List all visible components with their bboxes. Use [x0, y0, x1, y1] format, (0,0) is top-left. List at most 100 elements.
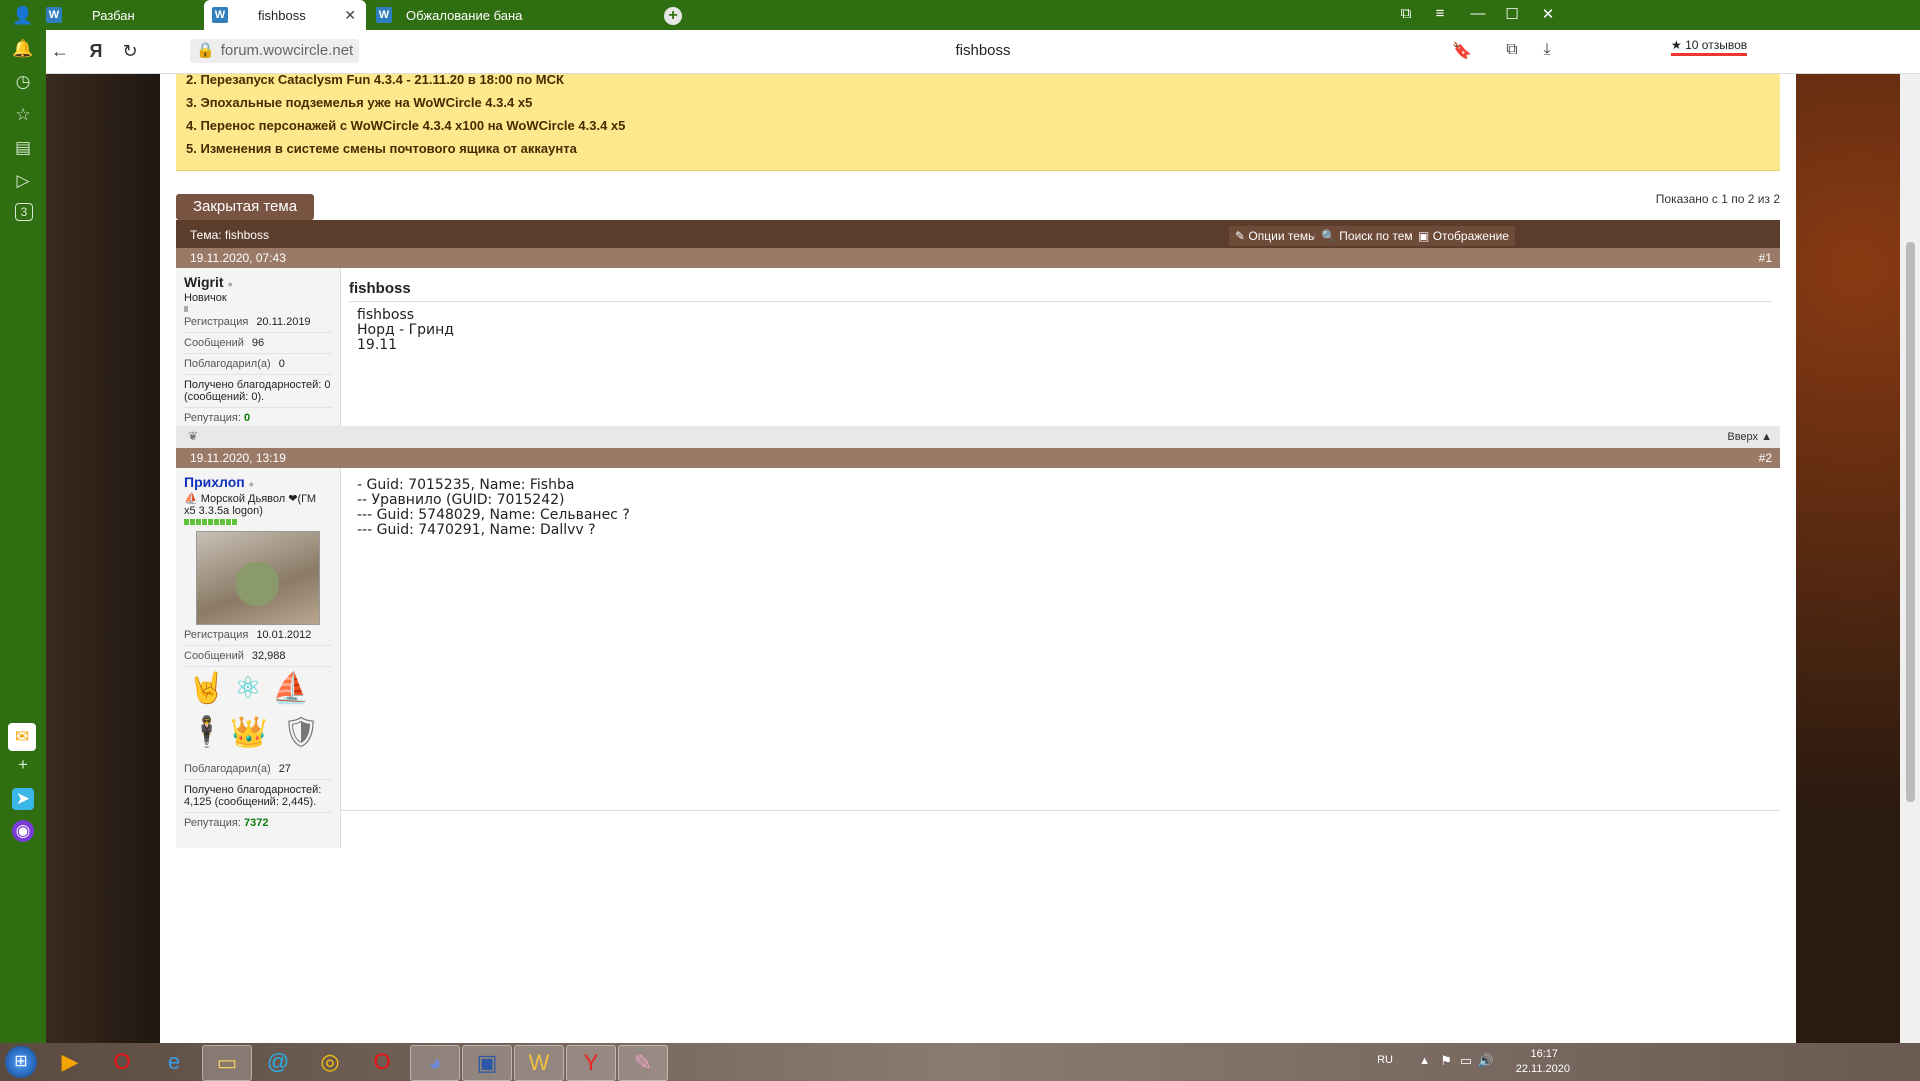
alice-icon[interactable]: ◉ [12, 820, 34, 842]
pirate-ship-award-icon[interactable]: ⛵ [272, 669, 309, 709]
user-avatar[interactable] [196, 531, 320, 625]
opera-gx-icon[interactable]: O [358, 1045, 406, 1079]
shield-award-icon[interactable]: 🛡 [282, 713, 320, 753]
user-thanks-received: Получено благодарностей: 0 (сообщений: 0… [184, 375, 332, 408]
opera-icon[interactable]: O [98, 1045, 146, 1079]
post-date-bar: 19.11.2020, 13:19 #2 [176, 448, 1780, 468]
page-content: 2. Перезапуск Cataclysm Fun 4.3.4 - 21.1… [46, 74, 1920, 1043]
yandex-icon[interactable]: Я [86, 41, 106, 62]
page-scrollbar[interactable] [1900, 74, 1920, 1043]
collections-icon[interactable]: ▤ [12, 137, 34, 159]
thread-options-button[interactable]: ✎ Опции темы [1229, 226, 1323, 246]
post-user-pane: Прихлоп ● ⛵ Морской Дьявол ❤(ГМ x5 3.3.5… [176, 468, 341, 848]
url-text: forum.wowcircle.net [220, 42, 354, 59]
reviews-badge[interactable]: ★ 10 отзывов [1671, 38, 1748, 56]
minimize-icon[interactable]: — [1468, 5, 1488, 22]
post-body: - Guid: 7015235, Name: Fishba -- Уравнил… [357, 477, 630, 538]
suit-award-icon[interactable]: 🕴 [188, 713, 225, 753]
tab-razban[interactable]: W Разбан [46, 0, 204, 30]
yandex-browser-icon[interactable]: Y [566, 1045, 616, 1081]
page-background-right [1796, 74, 1900, 1043]
user-reg: Регистрация 10.01.2012 [184, 625, 332, 646]
chrome-icon[interactable]: ◎ [306, 1045, 354, 1079]
announcement-link[interactable]: 5. Изменения в системе смены почтового я… [186, 141, 577, 156]
start-button-icon[interactable]: ⊞ [5, 1046, 37, 1078]
battery-icon[interactable]: ▭ [1460, 1053, 1472, 1069]
user-reg: Регистрация 20.11.2019 [184, 312, 332, 333]
rock-hand-award-icon[interactable]: 🤘 [188, 669, 225, 709]
page-background-left [46, 74, 160, 1043]
announcement-link[interactable]: 4. Перенос персонажей с WoWCircle 4.3.4 … [186, 118, 625, 133]
username-link[interactable]: Прихлоп ● [184, 474, 340, 490]
back-to-top-link[interactable]: Вверх ▲ [1727, 431, 1772, 443]
offline-status-icon: ● [248, 479, 255, 489]
save-app-icon[interactable]: ▣ [462, 1045, 512, 1081]
scrollbar-thumb[interactable] [1906, 242, 1915, 802]
maximize-icon[interactable]: ☐ [1502, 5, 1522, 23]
messenger-icon[interactable]: ➤ [12, 788, 34, 810]
crown-award-icon[interactable]: 👑 [230, 713, 267, 753]
user-thanked: Поблагодарил(а) 0 [184, 354, 332, 375]
clock-date[interactable]: 22.11.2020 [1516, 1063, 1570, 1075]
bookmarks-icon[interactable]: ☆ [12, 104, 34, 126]
address-bar: ← Я ↻ 🔒 forum.wowcircle.net fishboss ★ 10… [46, 30, 1920, 74]
tab-fishboss[interactable]: W fishboss ✕ [204, 0, 366, 30]
thread-header: Тема: fishboss ✎ Опции темы 🔍 Поиск по т… [176, 220, 1780, 248]
lock-icon: 🔒 [196, 42, 215, 59]
user-thanked: Поблагодарил(а) 27 [184, 759, 332, 780]
collections-button-icon[interactable]: ⧉ [1502, 41, 1522, 59]
network-icon[interactable]: ⚑ [1440, 1053, 1452, 1069]
download-icon[interactable]: ⤓ [1537, 41, 1557, 59]
profile-icon[interactable]: 👤 [12, 5, 34, 27]
close-window-icon[interactable]: ✕ [1538, 5, 1558, 23]
announcement-link[interactable]: 2. Перезапуск Cataclysm Fun 4.3.4 - 21.1… [186, 74, 564, 87]
url-field[interactable]: 🔒 forum.wowcircle.net [190, 39, 360, 63]
post-date-bar: 19.11.2020, 07:43 #1 [176, 248, 1780, 268]
tab-label: fishboss [258, 7, 306, 23]
new-tab-icon[interactable]: + [664, 7, 682, 25]
menu-icon[interactable]: ≡ [1430, 5, 1450, 22]
volume-icon[interactable]: 🔊 [1478, 1053, 1494, 1069]
thread-title: Тема: fishboss [190, 228, 269, 242]
ship-icon: ⛵ [184, 493, 198, 505]
paint-icon[interactable]: ✎ [618, 1045, 668, 1081]
atom-award-icon[interactable]: ⚛ [230, 669, 266, 709]
user-messages: Сообщений 32,988 [184, 646, 332, 667]
notifications-icon[interactable]: 🔔 [12, 38, 34, 60]
display-mode-button[interactable]: ▣ Отображение [1412, 226, 1515, 246]
add-panel-icon[interactable]: + [12, 754, 34, 776]
tab-close-icon[interactable]: ✕ [344, 7, 356, 24]
thread-search-button[interactable]: 🔍 Поиск по теме [1315, 226, 1426, 246]
mail-icon[interactable]: ✉ [8, 723, 36, 751]
closed-thread-button[interactable]: Закрытая тема [176, 194, 314, 220]
back-icon[interactable]: ← [50, 41, 70, 62]
post-body: fishboss Норд - Гринд 19.11 [357, 307, 454, 353]
tab-label: Разбан [92, 7, 135, 23]
clock-time[interactable]: 16:17 [1530, 1048, 1558, 1060]
post-number-link[interactable]: #2 [1759, 448, 1772, 468]
tab-appeal[interactable]: W Обжалование бана [372, 0, 537, 30]
bookmark-panel-icon[interactable]: ⧉ [1396, 5, 1416, 22]
thanks-icon[interactable]: ❦ [188, 429, 198, 443]
username-link[interactable]: Wigrit ● [184, 274, 340, 290]
rank-bar [184, 519, 238, 525]
discord-icon[interactable]: ◕ [410, 1045, 460, 1081]
video-icon[interactable]: ▷ [12, 170, 34, 192]
user-reputation: Репутация: 7372 [184, 817, 269, 829]
file-explorer-icon[interactable]: ▭ [202, 1045, 252, 1081]
internet-explorer-icon[interactable]: e [150, 1045, 198, 1079]
announcement-link[interactable]: 3. Эпохальные подземелья уже на WoWCircl… [186, 95, 532, 110]
media-player-icon[interactable]: ▶ [46, 1045, 94, 1079]
forum-favicon: W [376, 7, 392, 23]
tray-arrow-icon[interactable]: ▲ [1419, 1055, 1430, 1067]
reload-icon[interactable]: ↻ [120, 41, 140, 62]
bookmark-icon[interactable]: 🔖 [1452, 41, 1472, 61]
history-icon[interactable]: ◷ [12, 71, 34, 93]
user-title: ⛵ Морской Дьявол ❤(ГМ x5 3.3.5a logon) [184, 493, 316, 517]
post-number-link[interactable]: #1 [1759, 248, 1772, 268]
browser-sidebar: 👤 🔔 ◷ ☆ ▤ ▷ 3 ✉ + ➤ ◉ [0, 0, 46, 1043]
tabs-count-icon[interactable]: 3 [15, 203, 33, 221]
mail-client-icon[interactable]: @ [254, 1045, 302, 1079]
language-indicator[interactable]: RU [1377, 1054, 1393, 1066]
wow-launcher-icon[interactable]: W [514, 1045, 564, 1081]
